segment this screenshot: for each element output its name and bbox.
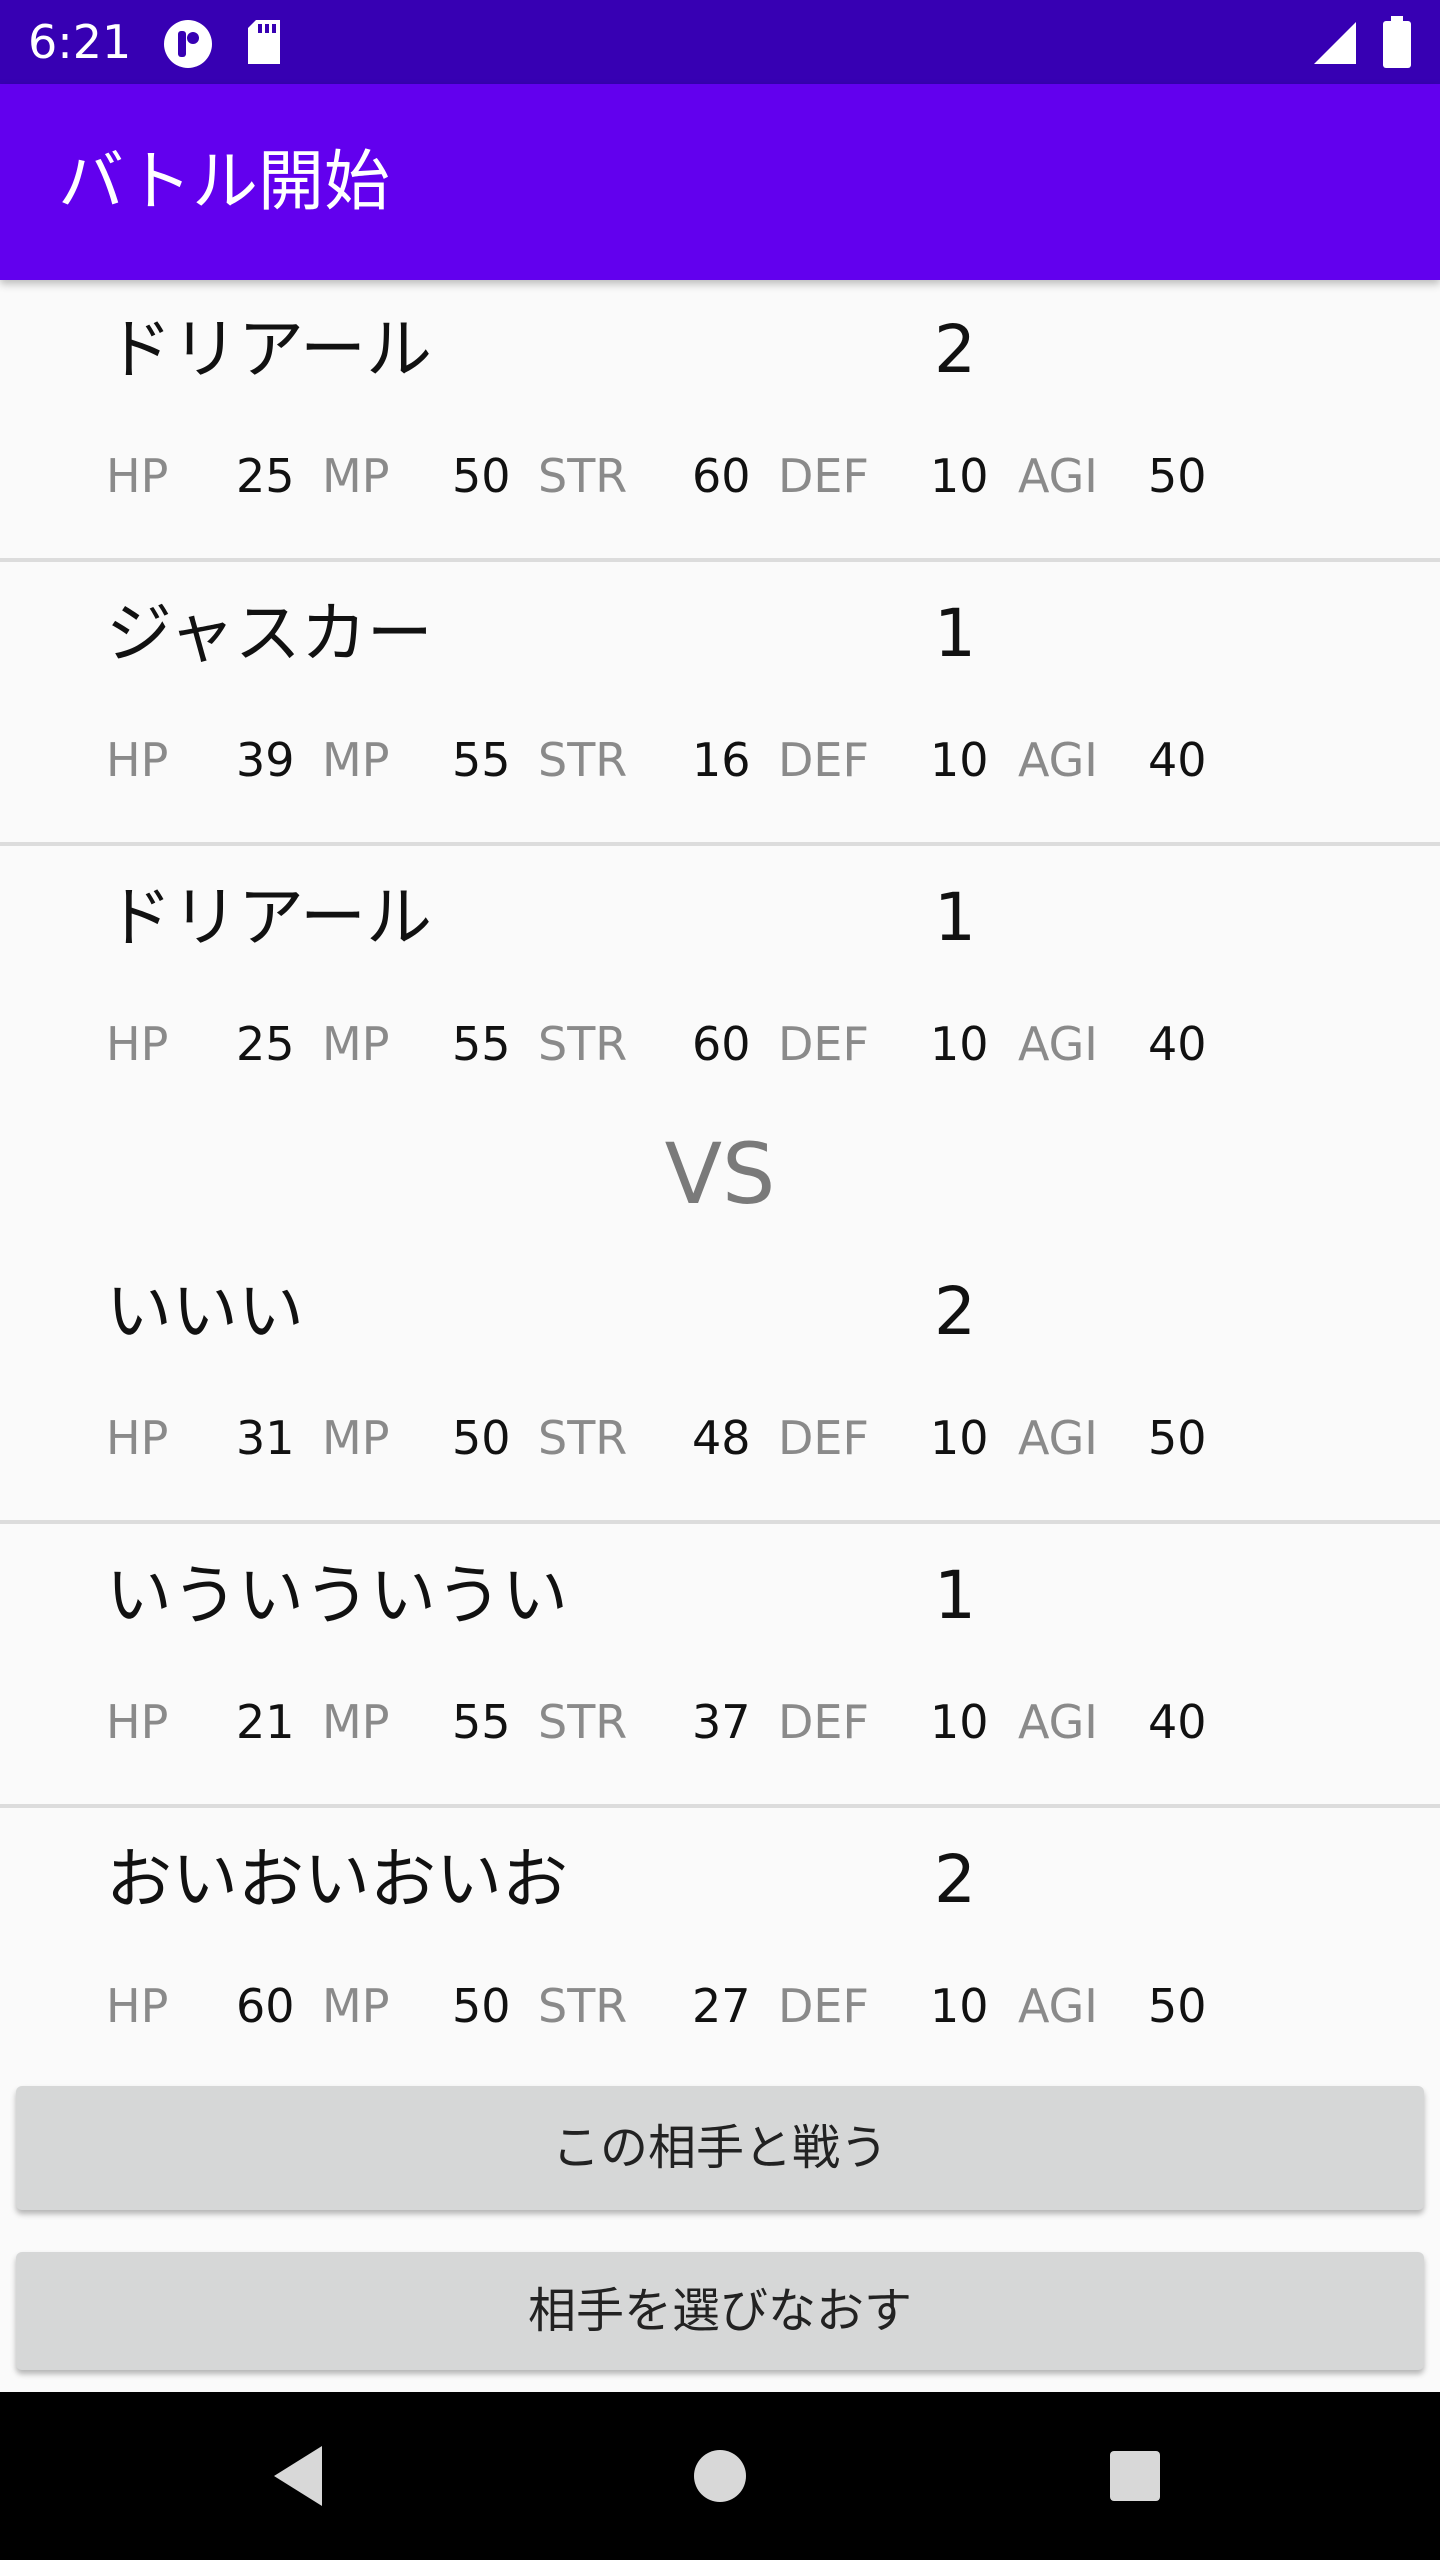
fight-button[interactable]: この相手と戦う xyxy=(16,2086,1424,2210)
row-divider xyxy=(0,842,1440,846)
hp-value: 60 xyxy=(236,1979,295,2033)
def-value: 10 xyxy=(930,449,989,503)
row-divider xyxy=(0,1520,1440,1524)
def-value: 10 xyxy=(930,1979,989,2033)
hp-label: HP xyxy=(106,1979,169,2033)
str-value: 60 xyxy=(692,449,751,503)
mp-value: 50 xyxy=(452,1979,511,2033)
ally-character-row[interactable]: ドリアール 1 HP 25 MP 55 STR 60 DEF 10 AGI 40 xyxy=(0,848,1440,1130)
agi-label: AGI xyxy=(1018,733,1098,787)
def-label: DEF xyxy=(778,733,869,787)
str-label: STR xyxy=(538,1979,628,2033)
hp-value: 25 xyxy=(236,449,295,503)
mp-label: MP xyxy=(322,733,390,787)
hp-value: 31 xyxy=(236,1411,295,1465)
character-level: 1 xyxy=(934,879,976,956)
hp-label: HP xyxy=(106,1695,169,1749)
status-time: 6:21 xyxy=(28,15,132,69)
agi-value: 50 xyxy=(1148,1979,1207,2033)
agi-label: AGI xyxy=(1018,1979,1098,2033)
hp-value: 21 xyxy=(236,1695,295,1749)
mp-label: MP xyxy=(322,449,390,503)
def-label: DEF xyxy=(778,1017,869,1071)
app-bar: バトル開始 xyxy=(0,84,1440,280)
str-value: 16 xyxy=(692,733,751,787)
mp-value: 55 xyxy=(452,1017,511,1071)
agi-label: AGI xyxy=(1018,1695,1098,1749)
def-value: 10 xyxy=(930,733,989,787)
sd-card-icon xyxy=(248,20,280,64)
enemy-character-row[interactable]: おいおいおいお 2 HP 60 MP 50 STR 27 DEF 10 AGI … xyxy=(0,1810,1440,2092)
character-name: いういういうい xyxy=(106,1557,568,1634)
vs-label: VS xyxy=(664,1125,776,1223)
battery-icon xyxy=(1383,16,1411,68)
def-label: DEF xyxy=(778,1411,869,1465)
mp-value: 50 xyxy=(452,1411,511,1465)
back-icon[interactable] xyxy=(250,2424,354,2528)
def-value: 10 xyxy=(930,1411,989,1465)
agi-value: 50 xyxy=(1148,449,1207,503)
def-label: DEF xyxy=(778,1695,869,1749)
str-label: STR xyxy=(538,1411,628,1465)
home-icon[interactable] xyxy=(668,2424,772,2528)
def-label: DEF xyxy=(778,1979,869,2033)
str-value: 27 xyxy=(692,1979,751,2033)
character-level: 1 xyxy=(934,1557,976,1634)
hp-value: 39 xyxy=(236,733,295,787)
mp-label: MP xyxy=(322,1695,390,1749)
hp-label: HP xyxy=(106,449,169,503)
str-label: STR xyxy=(538,1017,628,1071)
hp-value: 25 xyxy=(236,1017,295,1071)
ally-character-row[interactable]: ジャスカー 1 HP 39 MP 55 STR 16 DEF 10 AGI 40 xyxy=(0,564,1440,846)
agi-value: 50 xyxy=(1148,1411,1207,1465)
character-name: おいおいおいお xyxy=(106,1841,568,1918)
enemy-character-row[interactable]: いいい 2 HP 31 MP 50 STR 48 DEF 10 AGI 50 xyxy=(0,1242,1440,1524)
agi-label: AGI xyxy=(1018,1411,1098,1465)
status-bar: 6:21 xyxy=(0,0,1440,84)
mp-value: 50 xyxy=(452,449,511,503)
app-notification-icon xyxy=(164,20,212,68)
character-level: 1 xyxy=(934,595,976,672)
agi-value: 40 xyxy=(1148,1017,1207,1071)
ally-character-row[interactable]: ドリアール 2 HP 25 MP 50 STR 60 DEF 10 AGI 50 xyxy=(0,280,1440,562)
row-divider xyxy=(0,558,1440,562)
mp-label: MP xyxy=(322,1979,390,2033)
navigation-bar xyxy=(0,2392,1440,2560)
character-name: いいい xyxy=(106,1273,304,1350)
def-label: DEF xyxy=(778,449,869,503)
str-value: 48 xyxy=(692,1411,751,1465)
character-level: 2 xyxy=(934,311,976,388)
str-label: STR xyxy=(538,449,628,503)
character-level: 2 xyxy=(934,1841,976,1918)
character-name: ドリアール xyxy=(106,311,433,388)
hp-label: HP xyxy=(106,733,169,787)
agi-value: 40 xyxy=(1148,1695,1207,1749)
mp-value: 55 xyxy=(452,733,511,787)
hp-label: HP xyxy=(106,1017,169,1071)
str-value: 37 xyxy=(692,1695,751,1749)
agi-label: AGI xyxy=(1018,449,1098,503)
str-label: STR xyxy=(538,1695,628,1749)
str-value: 60 xyxy=(692,1017,751,1071)
character-level: 2 xyxy=(934,1273,976,1350)
mp-value: 55 xyxy=(452,1695,511,1749)
def-value: 10 xyxy=(930,1017,989,1071)
str-label: STR xyxy=(538,733,628,787)
recents-icon[interactable] xyxy=(1083,2424,1187,2528)
agi-label: AGI xyxy=(1018,1017,1098,1071)
def-value: 10 xyxy=(930,1695,989,1749)
enemy-character-row[interactable]: いういういうい 1 HP 21 MP 55 STR 37 DEF 10 AGI … xyxy=(0,1526,1440,1808)
mp-label: MP xyxy=(322,1411,390,1465)
row-divider xyxy=(0,1804,1440,1808)
agi-value: 40 xyxy=(1148,733,1207,787)
character-name: ジャスカー xyxy=(106,595,433,672)
character-name: ドリアール xyxy=(106,879,433,956)
hp-label: HP xyxy=(106,1411,169,1465)
page-title: バトル開始 xyxy=(58,143,390,220)
mp-label: MP xyxy=(322,1017,390,1071)
reselect-opponent-button[interactable]: 相手を選びなおす xyxy=(16,2252,1424,2370)
signal-icon xyxy=(1314,22,1356,64)
